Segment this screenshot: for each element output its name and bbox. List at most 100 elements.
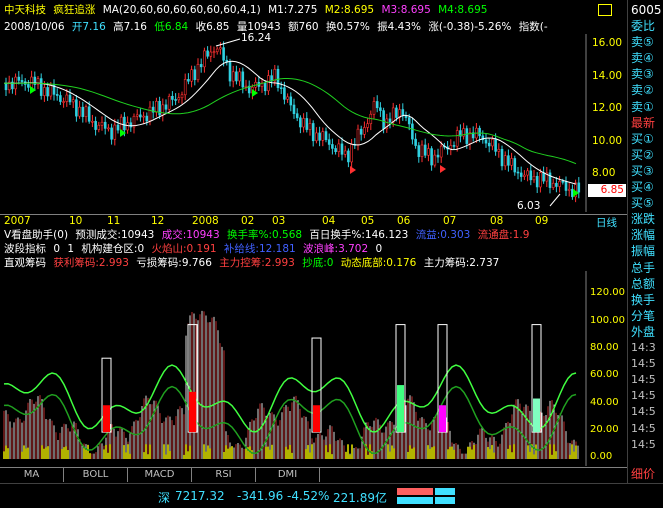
date-label: 03 <box>272 215 286 227</box>
sidebar-item[interactable]: 卖④ <box>631 50 663 66</box>
sidebar-item[interactable]: 涨跌 <box>631 211 663 227</box>
candle-body <box>401 109 405 117</box>
sidebar-item[interactable]: 涨幅 <box>631 227 663 243</box>
quote-change: 涨(-0.38)-5.26% <box>428 21 512 33</box>
row1-title[interactable]: V看盘助手(0) <box>4 229 68 241</box>
candle-body <box>116 124 120 131</box>
sidebar-item[interactable]: 14:5 <box>631 356 663 372</box>
sidebar-item[interactable]: 14:5 <box>631 372 663 388</box>
candle-body <box>484 139 488 144</box>
candle-body <box>65 94 69 102</box>
candle-body <box>78 106 81 117</box>
quote-high: 高7.16 <box>113 21 147 33</box>
candle-body <box>532 175 536 181</box>
quote-row: 2008/10/06 开7.16 高7.16 低6.84 收6.85 量1094… <box>4 21 624 34</box>
candle-body <box>107 127 110 130</box>
candle-body <box>158 100 161 116</box>
sidebar-item[interactable]: 委比 <box>631 18 663 34</box>
m3-value: M3:8.695 <box>381 4 431 16</box>
sidebar-item[interactable]: 总额 <box>631 276 663 292</box>
candle-body <box>513 158 517 173</box>
sidebar-item[interactable]: 14:5 <box>631 437 663 453</box>
candle-body <box>190 69 193 82</box>
sidebar-item[interactable]: 买⑤ <box>631 195 663 211</box>
candle-body <box>183 79 187 96</box>
chip-tick: 40.00 <box>590 397 619 408</box>
tab-ma[interactable]: MA <box>0 468 64 482</box>
candle-body <box>302 118 305 128</box>
row1-inflow: 流益:0.303 <box>415 229 471 241</box>
candle-body <box>491 139 494 147</box>
sidebar-item[interactable]: 卖① <box>631 99 663 115</box>
tab-macd[interactable]: MACD <box>128 468 192 482</box>
candle-body <box>404 115 408 118</box>
sidebar-footer[interactable]: 细价盘 <box>631 466 663 497</box>
sidebar-item[interactable]: 振幅 <box>631 243 663 259</box>
sidebar-item[interactable]: 14:3 <box>631 340 663 356</box>
chip-signal-fill <box>439 405 446 433</box>
sidebar-code[interactable]: 6005 <box>631 2 663 18</box>
price-tick: 16.00 <box>592 37 623 49</box>
candle-body <box>81 106 85 117</box>
sidebar-item[interactable]: 卖② <box>631 82 663 98</box>
candle-body <box>315 132 318 142</box>
sidebar-item[interactable]: 买② <box>631 147 663 163</box>
sidebar-item[interactable]: 买④ <box>631 179 663 195</box>
sidebar-item[interactable]: 14:5 <box>631 388 663 404</box>
tab-boll[interactable]: BOLL <box>64 468 128 482</box>
sidebar-item[interactable]: 总手 <box>631 260 663 276</box>
candle-body <box>417 145 421 157</box>
candle-body <box>167 95 171 110</box>
sidebar-item[interactable]: 卖③ <box>631 66 663 82</box>
candle-body <box>523 174 526 177</box>
tab-rsi[interactable]: RSI <box>192 468 256 482</box>
candle-body <box>235 71 238 82</box>
date-label: 08 <box>490 215 504 227</box>
sidebar-item[interactable]: 最新 <box>631 115 663 131</box>
candle-body <box>321 131 325 141</box>
m4-value: M4:8.695 <box>438 4 488 16</box>
sidebar-item[interactable]: 卖⑤ <box>631 34 663 50</box>
candle-body <box>391 107 395 123</box>
row3-control: 主力控筹:2.993 <box>219 257 295 269</box>
stock-name[interactable]: 中天科技 <box>4 4 46 16</box>
sidebar-item[interactable]: 14:5 <box>631 404 663 420</box>
indicator-name[interactable]: 疯狂追涨 <box>53 4 95 16</box>
quote-amount: 额760 <box>288 21 319 33</box>
row1-volume: 成交:10943 <box>161 229 220 241</box>
candle-body <box>334 148 337 152</box>
candle-body <box>126 122 129 131</box>
sidebar-item[interactable]: 换手 <box>631 292 663 308</box>
price-chart[interactable] <box>0 34 627 212</box>
chip-signal-fill <box>533 398 540 433</box>
sidebar-item[interactable]: 14:5 <box>631 421 663 437</box>
candle-body <box>142 115 145 118</box>
sidebar-item[interactable]: 外盘 <box>631 324 663 340</box>
expand-icon[interactable] <box>598 4 612 16</box>
candle-body <box>113 124 117 140</box>
candle-body <box>455 130 459 147</box>
row3-title[interactable]: 直观筹码 <box>4 257 46 269</box>
quote-low: 低6.84 <box>154 21 189 33</box>
sidebar-item[interactable]: 买③ <box>631 163 663 179</box>
candle-body <box>327 139 331 145</box>
row2-title[interactable]: 波段指标 <box>4 243 46 255</box>
sidebar-item[interactable]: 买① <box>631 131 663 147</box>
date-label: 11 <box>107 215 121 227</box>
sidebar-item[interactable]: 分笔 <box>631 308 663 324</box>
chip-chart[interactable] <box>0 271 627 466</box>
date-label: 09 <box>535 215 549 227</box>
candle-body <box>212 51 216 54</box>
candle-body <box>206 50 209 57</box>
date-label: 07 <box>443 215 457 227</box>
candle-body <box>535 175 539 188</box>
tab-dmi[interactable]: DMI <box>256 468 320 482</box>
status-market[interactable]: 深 <box>158 489 170 506</box>
row3-bottom: 抄底:0 <box>302 257 334 269</box>
candle-body <box>452 145 456 147</box>
candle-body <box>500 148 504 167</box>
period-label[interactable]: 日线 <box>596 215 617 230</box>
low-label: 6.03 <box>517 200 541 212</box>
candle-body <box>267 75 270 92</box>
candle-body <box>497 148 501 152</box>
